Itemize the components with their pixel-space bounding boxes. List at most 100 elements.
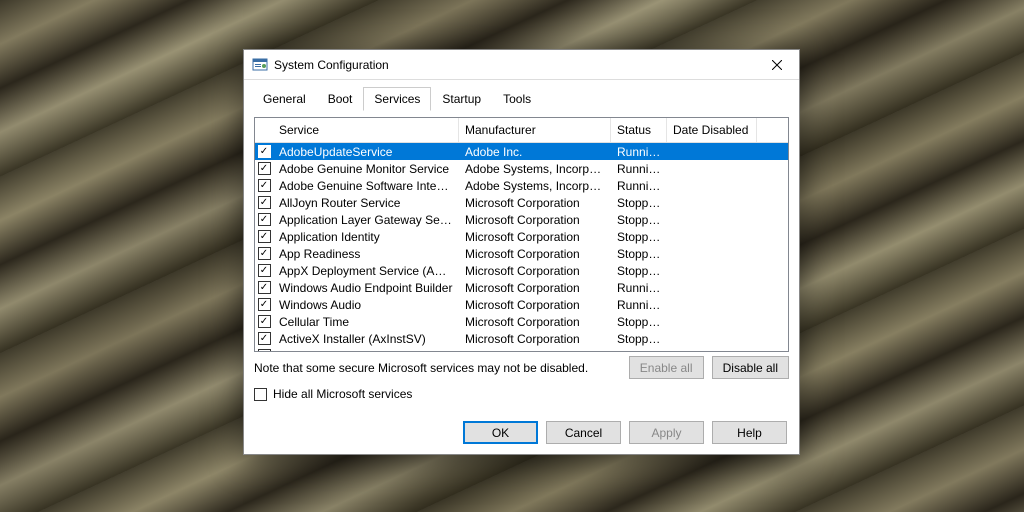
service-checkbox[interactable] [258,196,271,209]
help-button[interactable]: Help [712,421,787,444]
date-disabled-cell [667,270,757,272]
column-header-service[interactable]: Service [273,118,459,142]
tab-startup[interactable]: Startup [431,87,492,111]
service-checkbox[interactable] [258,264,271,277]
service-name-cell: Adobe Genuine Software Integri... [273,178,459,194]
service-checkbox[interactable] [258,332,271,345]
tab-strip: GeneralBootServicesStartupTools [244,80,799,111]
ok-button[interactable]: OK [463,421,538,444]
tab-tools[interactable]: Tools [492,87,542,111]
manufacturer-cell: Adobe Systems, Incorpora... [459,178,611,194]
service-name-cell: Adobe Genuine Monitor Service [273,161,459,177]
service-row[interactable]: App ReadinessMicrosoft CorporationStoppe… [255,245,788,262]
service-checkbox[interactable] [258,162,271,175]
status-cell: Stopped [611,263,667,279]
tab-services[interactable]: Services [363,87,431,111]
row-checkbox-cell [255,145,273,158]
service-row[interactable]: AllJoyn Router ServiceMicrosoft Corporat… [255,194,788,211]
status-cell: Running [611,348,667,352]
manufacturer-cell: Microsoft Corporation [459,263,611,279]
disable-all-button[interactable]: Disable all [712,356,789,379]
service-checkbox[interactable] [258,281,271,294]
status-cell: Stopped [611,229,667,245]
enable-all-button[interactable]: Enable all [629,356,704,379]
titlebar[interactable]: System Configuration [244,50,799,80]
column-header-status[interactable]: Status [611,118,667,142]
status-cell: Stopped [611,314,667,330]
service-row[interactable]: Windows Audio Endpoint BuilderMicrosoft … [255,279,788,296]
date-disabled-cell [667,168,757,170]
cancel-button[interactable]: Cancel [546,421,621,444]
close-icon [772,60,782,70]
service-row[interactable]: Application Layer Gateway ServiceMicroso… [255,211,788,228]
manufacturer-cell: Microsoft Corporation [459,212,611,228]
date-disabled-cell [667,338,757,340]
service-name-cell: Windows Audio Endpoint Builder [273,280,459,296]
service-row[interactable]: Adobe Genuine Software Integri...Adobe S… [255,177,788,194]
service-name-cell: AppX Deployment Service (App... [273,263,459,279]
service-row[interactable]: AppX Deployment Service (App...Microsoft… [255,262,788,279]
header-checkbox-spacer [255,118,273,142]
row-checkbox-cell [255,213,273,226]
manufacturer-cell: Luculent Systems, LLC [459,348,611,352]
service-checkbox[interactable] [258,230,271,243]
date-disabled-cell [667,151,757,153]
date-disabled-cell [667,253,757,255]
hide-microsoft-label[interactable]: Hide all Microsoft services [273,387,412,401]
service-checkbox[interactable] [258,315,271,328]
services-listview[interactable]: Service Manufacturer Status Date Disable… [254,117,789,352]
service-row[interactable]: Windows AudioMicrosoft CorporationRunnin… [255,296,788,313]
status-cell: Running [611,161,667,177]
date-disabled-cell [667,202,757,204]
service-name-cell: AllJoyn Router Service [273,195,459,211]
secure-services-note: Note that some secure Microsoft services… [254,361,621,375]
manufacturer-cell: Microsoft Corporation [459,195,611,211]
row-checkbox-cell [255,281,273,294]
service-name-cell: Bluetooth Battery Monitor Service [273,348,459,352]
column-header-manufacturer[interactable]: Manufacturer [459,118,611,142]
manufacturer-cell: Adobe Systems, Incorpora... [459,161,611,177]
date-disabled-cell [667,287,757,289]
service-row[interactable]: Bluetooth Battery Monitor ServiceLuculen… [255,347,788,351]
status-cell: Running [611,280,667,296]
service-checkbox[interactable] [258,145,271,158]
service-row[interactable]: ActiveX Installer (AxInstSV)Microsoft Co… [255,330,788,347]
listview-body[interactable]: AdobeUpdateServiceAdobe Inc.RunningAdobe… [255,143,788,351]
service-row[interactable]: Application IdentityMicrosoft Corporatio… [255,228,788,245]
service-row[interactable]: Adobe Genuine Monitor ServiceAdobe Syste… [255,160,788,177]
row-checkbox-cell [255,247,273,260]
close-button[interactable] [754,50,799,80]
row-checkbox-cell [255,349,273,351]
row-checkbox-cell [255,162,273,175]
service-checkbox[interactable] [258,179,271,192]
manufacturer-cell: Microsoft Corporation [459,314,611,330]
status-cell: Running [611,178,667,194]
service-name-cell: ActiveX Installer (AxInstSV) [273,331,459,347]
service-name-cell: AdobeUpdateService [273,144,459,160]
tab-general[interactable]: General [252,87,317,111]
status-cell: Stopped [611,331,667,347]
service-row[interactable]: Cellular TimeMicrosoft CorporationStoppe… [255,313,788,330]
service-row[interactable]: AdobeUpdateServiceAdobe Inc.Running [255,143,788,160]
manufacturer-cell: Microsoft Corporation [459,297,611,313]
services-tab-panel: Service Manufacturer Status Date Disable… [244,111,799,411]
status-cell: Stopped [611,246,667,262]
listview-header: Service Manufacturer Status Date Disable… [255,118,788,143]
manufacturer-cell: Microsoft Corporation [459,246,611,262]
service-checkbox[interactable] [258,298,271,311]
msconfig-icon [252,57,268,73]
hide-microsoft-checkbox[interactable] [254,388,267,401]
service-checkbox[interactable] [258,247,271,260]
status-cell: Running [611,297,667,313]
row-checkbox-cell [255,332,273,345]
manufacturer-cell: Microsoft Corporation [459,280,611,296]
column-header-date-disabled[interactable]: Date Disabled [667,118,757,142]
date-disabled-cell [667,304,757,306]
row-checkbox-cell [255,196,273,209]
service-checkbox[interactable] [258,213,271,226]
row-checkbox-cell [255,179,273,192]
apply-button[interactable]: Apply [629,421,704,444]
date-disabled-cell [667,219,757,221]
service-checkbox[interactable] [258,349,271,351]
tab-boot[interactable]: Boot [317,87,364,111]
